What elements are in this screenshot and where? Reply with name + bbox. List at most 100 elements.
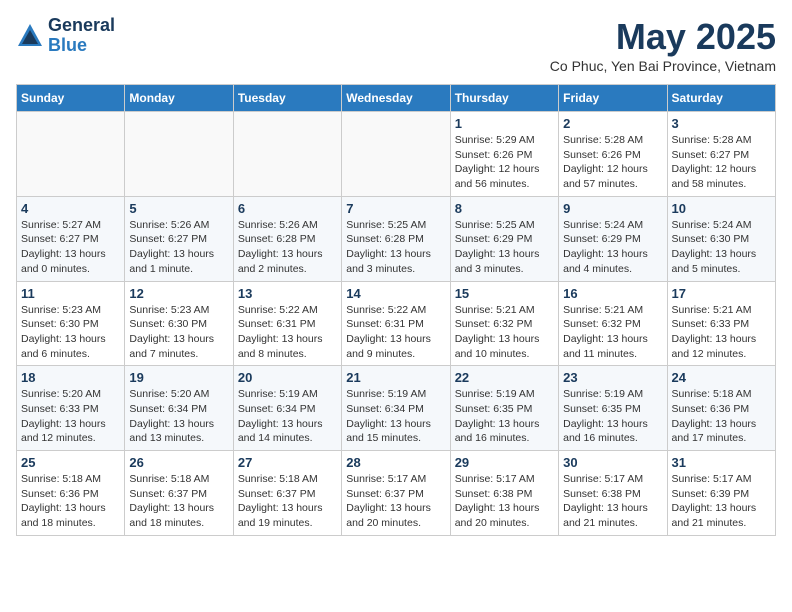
day-info: Sunrise: 5:17 AM Sunset: 6:39 PM Dayligh…	[672, 472, 771, 531]
calendar-cell: 3 Sunrise: 5:28 AM Sunset: 6:27 PM Daylig…	[667, 112, 775, 197]
day-info: Sunrise: 5:25 AM Sunset: 6:29 PM Dayligh…	[455, 218, 554, 277]
calendar-cell: 27 Sunrise: 5:18 AM Sunset: 6:37 PM Dayli…	[233, 451, 341, 536]
day-info: Sunrise: 5:22 AM Sunset: 6:31 PM Dayligh…	[238, 303, 337, 362]
day-info: Sunrise: 5:21 AM Sunset: 6:33 PM Dayligh…	[672, 303, 771, 362]
calendar-header-row: SundayMondayTuesdayWednesdayThursdayFrid…	[17, 85, 776, 112]
calendar-cell: 4Sunrise: 5:27 AM Sunset: 6:27 PM Daylig…	[17, 196, 125, 281]
calendar-cell	[342, 112, 450, 197]
weekday-header-saturday: Saturday	[667, 85, 775, 112]
day-number: 13	[238, 286, 337, 301]
calendar-cell: 7 Sunrise: 5:25 AM Sunset: 6:28 PM Daylig…	[342, 196, 450, 281]
day-number: 17	[672, 286, 771, 301]
calendar-cell: 6Sunrise: 5:26 AM Sunset: 6:28 PM Daylig…	[233, 196, 341, 281]
logo-blue: Blue	[48, 36, 115, 56]
calendar-cell: 11Sunrise: 5:23 AM Sunset: 6:30 PM Dayli…	[17, 281, 125, 366]
day-number: 6	[238, 201, 337, 216]
day-number: 18	[21, 370, 120, 385]
month-title: May 2025	[550, 16, 776, 58]
weekday-header-monday: Monday	[125, 85, 233, 112]
day-number: 30	[563, 455, 662, 470]
day-info: Sunrise: 5:21 AM Sunset: 6:32 PM Dayligh…	[563, 303, 662, 362]
calendar-cell: 24 Sunrise: 5:18 AM Sunset: 6:36 PM Dayli…	[667, 366, 775, 451]
day-info: Sunrise: 5:29 AM Sunset: 6:26 PM Dayligh…	[455, 133, 554, 192]
day-number: 1	[455, 116, 554, 131]
day-number: 2	[563, 116, 662, 131]
calendar-cell: 17 Sunrise: 5:21 AM Sunset: 6:33 PM Dayli…	[667, 281, 775, 366]
day-number: 24	[672, 370, 771, 385]
logo-general: General	[48, 16, 115, 36]
calendar-week-5: 25Sunrise: 5:18 AM Sunset: 6:36 PM Dayli…	[17, 451, 776, 536]
day-number: 21	[346, 370, 445, 385]
calendar-cell: 12Sunrise: 5:23 AM Sunset: 6:30 PM Dayli…	[125, 281, 233, 366]
day-info: Sunrise: 5:19 AM Sunset: 6:35 PM Dayligh…	[455, 387, 554, 446]
day-number: 27	[238, 455, 337, 470]
day-number: 19	[129, 370, 228, 385]
day-info: Sunrise: 5:21 AM Sunset: 6:32 PM Dayligh…	[455, 303, 554, 362]
day-info: Sunrise: 5:19 AM Sunset: 6:34 PM Dayligh…	[238, 387, 337, 446]
calendar-cell: 22 Sunrise: 5:19 AM Sunset: 6:35 PM Dayli…	[450, 366, 558, 451]
day-number: 16	[563, 286, 662, 301]
day-info: Sunrise: 5:26 AM Sunset: 6:27 PM Dayligh…	[129, 218, 228, 277]
calendar-cell: 9 Sunrise: 5:24 AM Sunset: 6:29 PM Daylig…	[559, 196, 667, 281]
location: Co Phuc, Yen Bai Province, Vietnam	[550, 58, 776, 74]
day-number: 3	[672, 116, 771, 131]
weekday-header-tuesday: Tuesday	[233, 85, 341, 112]
calendar-cell: 2 Sunrise: 5:28 AM Sunset: 6:26 PM Daylig…	[559, 112, 667, 197]
day-info: Sunrise: 5:28 AM Sunset: 6:27 PM Dayligh…	[672, 133, 771, 192]
day-number: 15	[455, 286, 554, 301]
calendar-cell: 21 Sunrise: 5:19 AM Sunset: 6:34 PM Dayli…	[342, 366, 450, 451]
day-number: 31	[672, 455, 771, 470]
day-info: Sunrise: 5:19 AM Sunset: 6:34 PM Dayligh…	[346, 387, 445, 446]
calendar-cell: 23 Sunrise: 5:19 AM Sunset: 6:35 PM Dayli…	[559, 366, 667, 451]
weekday-header-thursday: Thursday	[450, 85, 558, 112]
calendar-cell: 18 Sunrise: 5:20 AM Sunset: 6:33 PM Dayli…	[17, 366, 125, 451]
day-number: 28	[346, 455, 445, 470]
day-number: 7	[346, 201, 445, 216]
day-info: Sunrise: 5:17 AM Sunset: 6:38 PM Dayligh…	[563, 472, 662, 531]
logo-icon	[16, 22, 44, 50]
day-info: Sunrise: 5:18 AM Sunset: 6:37 PM Dayligh…	[129, 472, 228, 531]
calendar-week-1: 1 Sunrise: 5:29 AM Sunset: 6:26 PM Daylig…	[17, 112, 776, 197]
day-number: 26	[129, 455, 228, 470]
day-info: Sunrise: 5:22 AM Sunset: 6:31 PM Dayligh…	[346, 303, 445, 362]
page-header: General Blue May 2025 Co Phuc, Yen Bai P…	[16, 16, 776, 74]
calendar-cell: 5 Sunrise: 5:26 AM Sunset: 6:27 PM Daylig…	[125, 196, 233, 281]
calendar-cell: 25Sunrise: 5:18 AM Sunset: 6:36 PM Dayli…	[17, 451, 125, 536]
day-info: Sunrise: 5:24 AM Sunset: 6:29 PM Dayligh…	[563, 218, 662, 277]
weekday-header-sunday: Sunday	[17, 85, 125, 112]
day-info: Sunrise: 5:18 AM Sunset: 6:36 PM Dayligh…	[672, 387, 771, 446]
day-number: 22	[455, 370, 554, 385]
calendar-cell: 31 Sunrise: 5:17 AM Sunset: 6:39 PM Dayli…	[667, 451, 775, 536]
calendar-cell: 1 Sunrise: 5:29 AM Sunset: 6:26 PM Daylig…	[450, 112, 558, 197]
day-info: Sunrise: 5:18 AM Sunset: 6:37 PM Dayligh…	[238, 472, 337, 531]
day-info: Sunrise: 5:23 AM Sunset: 6:30 PM Dayligh…	[129, 303, 228, 362]
calendar-cell	[233, 112, 341, 197]
day-number: 29	[455, 455, 554, 470]
day-number: 9	[563, 201, 662, 216]
day-number: 23	[563, 370, 662, 385]
day-info: Sunrise: 5:24 AM Sunset: 6:30 PM Dayligh…	[672, 218, 771, 277]
day-number: 20	[238, 370, 337, 385]
calendar-cell: 8 Sunrise: 5:25 AM Sunset: 6:29 PM Daylig…	[450, 196, 558, 281]
day-number: 11	[21, 286, 120, 301]
day-number: 10	[672, 201, 771, 216]
day-number: 25	[21, 455, 120, 470]
calendar-cell: 29 Sunrise: 5:17 AM Sunset: 6:38 PM Dayli…	[450, 451, 558, 536]
day-info: Sunrise: 5:19 AM Sunset: 6:35 PM Dayligh…	[563, 387, 662, 446]
calendar-week-2: 4Sunrise: 5:27 AM Sunset: 6:27 PM Daylig…	[17, 196, 776, 281]
calendar-cell: 19Sunrise: 5:20 AM Sunset: 6:34 PM Dayli…	[125, 366, 233, 451]
day-number: 8	[455, 201, 554, 216]
day-info: Sunrise: 5:17 AM Sunset: 6:37 PM Dayligh…	[346, 472, 445, 531]
day-info: Sunrise: 5:17 AM Sunset: 6:38 PM Dayligh…	[455, 472, 554, 531]
calendar-cell: 28 Sunrise: 5:17 AM Sunset: 6:37 PM Dayli…	[342, 451, 450, 536]
day-info: Sunrise: 5:25 AM Sunset: 6:28 PM Dayligh…	[346, 218, 445, 277]
day-number: 5	[129, 201, 228, 216]
day-info: Sunrise: 5:20 AM Sunset: 6:33 PM Dayligh…	[21, 387, 120, 446]
logo: General Blue	[16, 16, 115, 56]
day-info: Sunrise: 5:27 AM Sunset: 6:27 PM Dayligh…	[21, 218, 120, 277]
title-block: May 2025 Co Phuc, Yen Bai Province, Viet…	[550, 16, 776, 74]
day-info: Sunrise: 5:28 AM Sunset: 6:26 PM Dayligh…	[563, 133, 662, 192]
calendar-cell: 26 Sunrise: 5:18 AM Sunset: 6:37 PM Dayli…	[125, 451, 233, 536]
calendar-cell: 20 Sunrise: 5:19 AM Sunset: 6:34 PM Dayli…	[233, 366, 341, 451]
day-number: 14	[346, 286, 445, 301]
